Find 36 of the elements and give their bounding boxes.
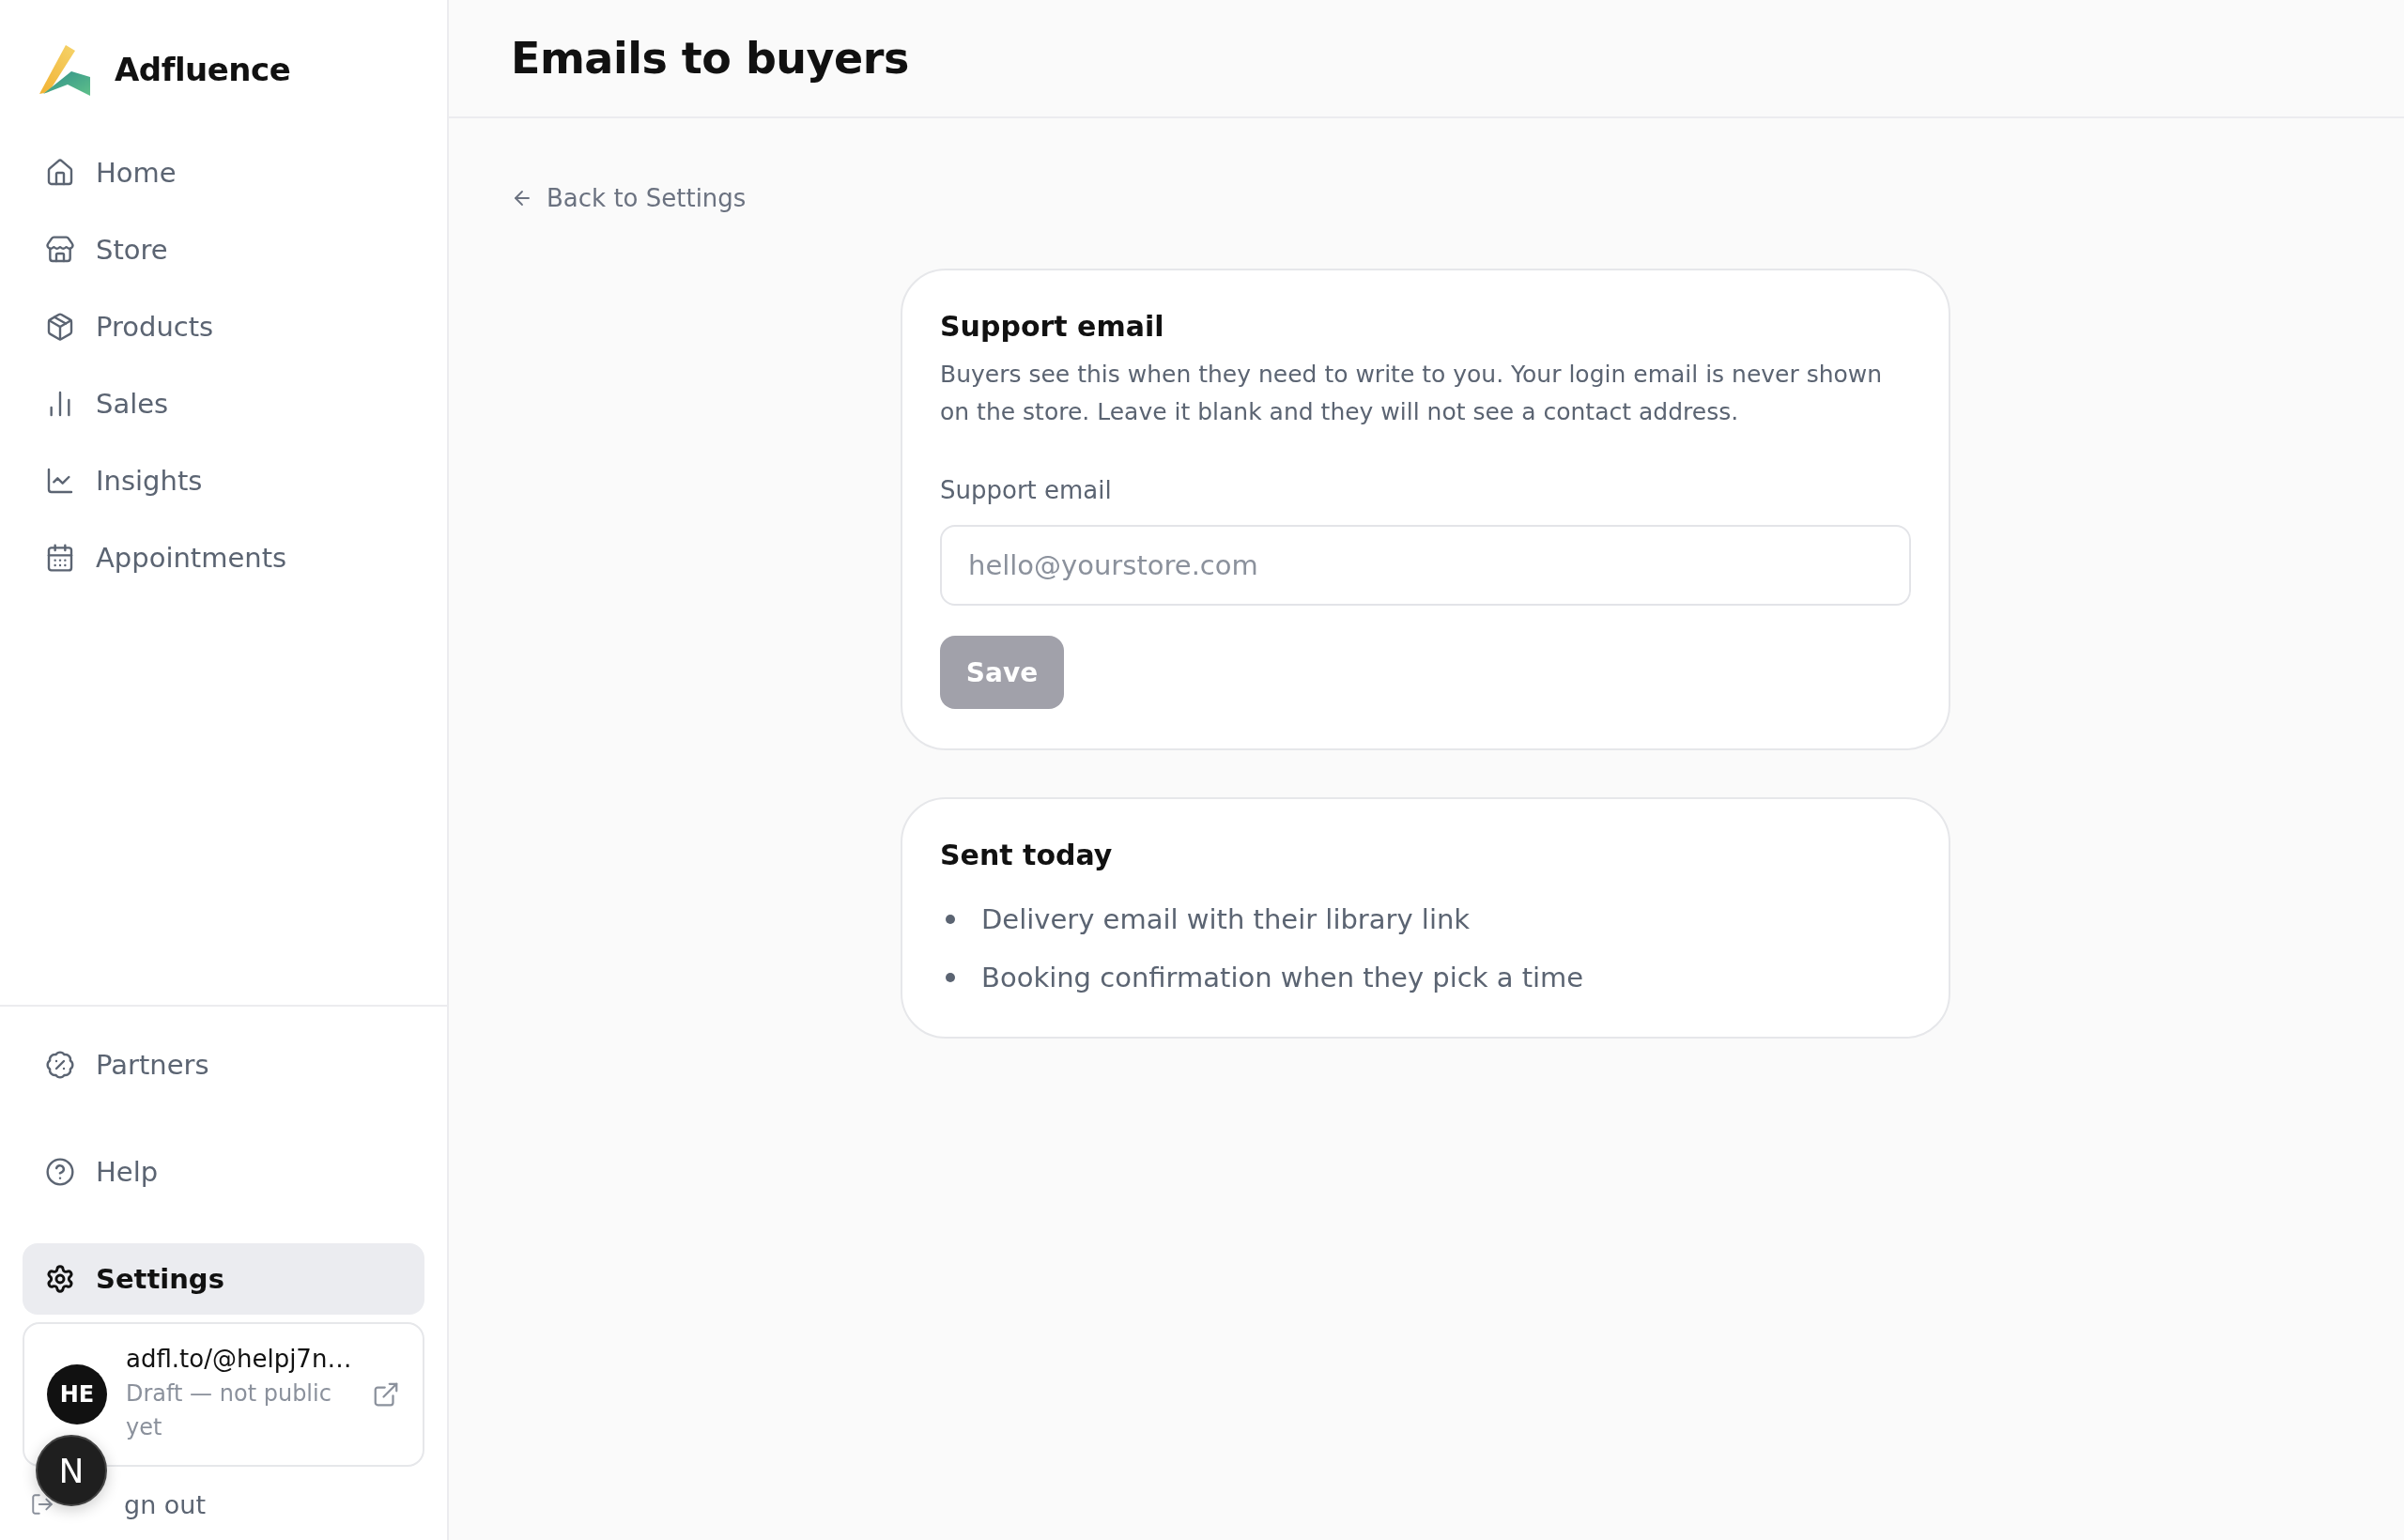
percent-badge-icon: [45, 1050, 75, 1080]
card-title: Sent today: [940, 839, 1114, 871]
help-icon: [45, 1157, 75, 1187]
nav-item[interactable]: Help: [23, 1136, 424, 1208]
external-link-icon[interactable]: [372, 1380, 400, 1409]
back-link[interactable]: Back to Settings: [511, 184, 747, 212]
brand-name: Adfluence: [115, 51, 291, 88]
nav-item[interactable]: Insights: [23, 451, 424, 511]
calendar-icon: [45, 543, 75, 573]
package-icon: [45, 312, 75, 342]
logo-icon: [39, 43, 92, 96]
line-chart-icon: [45, 466, 75, 496]
list-item: Delivery email with their library link: [981, 903, 1471, 935]
card-title: Support email: [940, 310, 1165, 343]
sign-out-icon: [30, 1492, 54, 1517]
store-status: Draft — not public yet: [126, 1379, 332, 1442]
dev-tools-badge[interactable]: N: [36, 1435, 107, 1506]
store-icon: [45, 235, 75, 265]
nav-item[interactable]: Sales: [23, 374, 424, 434]
store-url: adfl.to/@helpj7n…: [126, 1345, 353, 1373]
support-email-field[interactable]: hello@yourstore.com: [940, 525, 1911, 606]
field-label: Support email: [940, 476, 1113, 504]
page-title: Emails to buyers: [511, 33, 909, 84]
nav-item[interactable]: Partners: [23, 1029, 424, 1101]
card-description: Buyers see this when they need to write to you. Your login email is never shown on the store. Leave it blank and they will not see a contact address.: [940, 360, 1884, 427]
nav-item[interactable]: Settings: [23, 1243, 424, 1315]
bullet-icon: [946, 973, 955, 982]
list-item: Booking confirmation when they pick a time: [981, 962, 1584, 993]
avatar: HE: [47, 1364, 107, 1424]
bullet-icon: [946, 915, 955, 924]
nav-item[interactable]: Home: [23, 143, 424, 203]
settings-icon: [45, 1264, 75, 1294]
nav-item[interactable]: Appointments: [23, 528, 424, 588]
home-icon: [45, 158, 75, 188]
nav-item[interactable]: Store: [23, 220, 424, 280]
nav-item[interactable]: Products: [23, 297, 424, 357]
